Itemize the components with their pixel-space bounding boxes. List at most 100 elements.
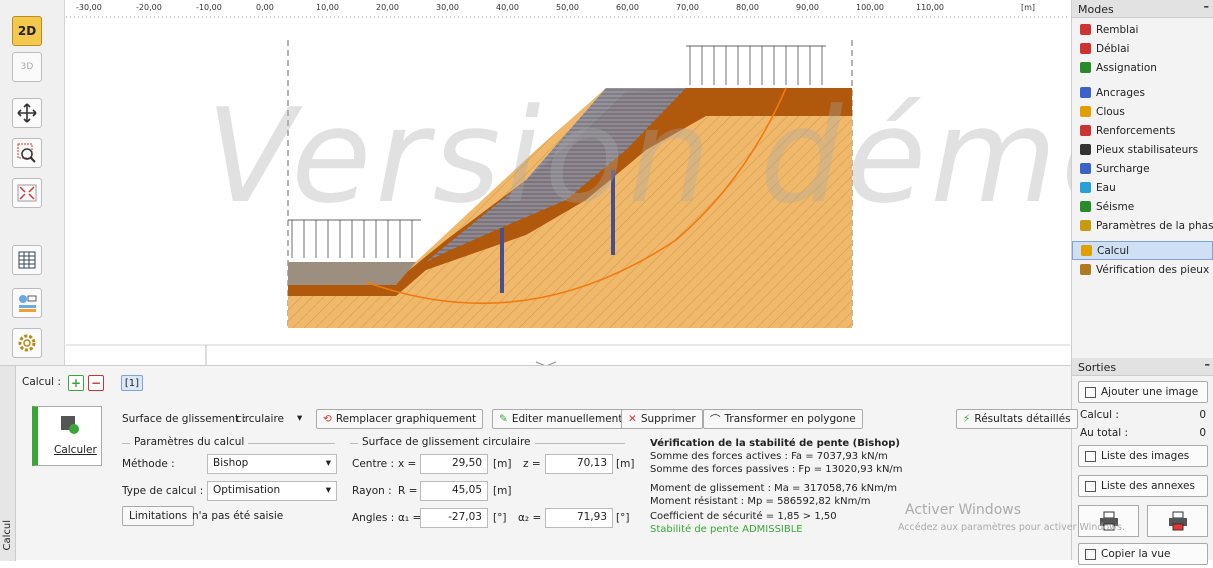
mode-label: Paramètres de la phase [1096, 219, 1213, 232]
chevron-down-icon[interactable]: ▾ [297, 412, 302, 424]
ruler-tick-label: 60,00 [616, 3, 639, 12]
modes-header: Modes – [1072, 0, 1213, 18]
print-preview-button[interactable] [1147, 505, 1208, 537]
ruler-tick-label: 50,00 [556, 3, 579, 12]
modes-minimize-button[interactable]: – [1204, 0, 1210, 13]
add-image-button[interactable]: Ajouter une image [1078, 381, 1208, 403]
ruler-tick-label: -10,00 [196, 3, 222, 12]
mode-item-12[interactable]: Vérification des pieux [1072, 260, 1213, 279]
mode-item-6[interactable]: Pieux stabilisateurs [1072, 140, 1213, 159]
mode-icon [1080, 264, 1091, 275]
image-add-icon [1085, 386, 1096, 398]
mode-icon [1080, 220, 1091, 231]
side-tab-calcul[interactable]: Calcul [0, 366, 16, 561]
copy-view-button[interactable]: Copier la vue [1078, 543, 1208, 565]
activation-title: Activer Windows [905, 502, 1022, 518]
method-label: Méthode : [122, 458, 175, 470]
ruler-tick-label: 0,00 [256, 3, 274, 12]
sorties-minimize-button[interactable]: – [1205, 358, 1211, 371]
delete-button[interactable]: ✕ Supprimer [621, 409, 703, 429]
mode-label: Vérification des pieux [1096, 263, 1210, 276]
right-panel: Modes – Remblai Déblai Assignation Ancrages C… [1071, 0, 1213, 565]
ruler-tick-label: 90,00 [796, 3, 819, 12]
add-stage-button[interactable]: + [68, 375, 84, 391]
ruler-tick-label: 110,00 [916, 3, 944, 12]
alpha1-input[interactable]: -27,03 [420, 508, 488, 528]
x-label: x = [398, 458, 417, 470]
radius-input[interactable]: 45,05 [420, 481, 488, 501]
run-calculation-button[interactable]: Calculer [32, 406, 102, 466]
view-3d-button[interactable]: 3D [12, 52, 42, 82]
alpha1-label: α₁ = [398, 512, 422, 524]
mode-item-0[interactable]: Remblai [1072, 20, 1213, 39]
drawing-canvas[interactable]: -30,00 -20,00 -10,00 0,00 10,00 20,00 30,00 40,… [66, 0, 1141, 365]
replace-graphic-button[interactable]: ⟲ Remplacer graphiquement [316, 409, 484, 429]
method-select[interactable]: Bishop ▾ [207, 454, 337, 474]
mode-item-2[interactable]: Assignation [1072, 58, 1213, 77]
ruler-tick-label: 40,00 [496, 3, 519, 12]
mode-item-4[interactable]: Clous [1072, 102, 1213, 121]
table-icon[interactable] [12, 245, 42, 275]
mode-item-10[interactable]: Paramètres de la phase [1072, 216, 1213, 235]
ruler-tick-label: 80,00 [736, 3, 759, 12]
settings-gear-icon[interactable] [12, 328, 42, 358]
mode-icon [1080, 201, 1091, 212]
alpha2-input[interactable]: 71,93 [545, 508, 613, 528]
to-polygon-button[interactable]: ⌒ Transformer en polygone [703, 409, 863, 429]
ruler-tick-label: 70,00 [676, 3, 699, 12]
detailed-results-button[interactable]: ⚡ Résultats détaillés [956, 409, 1078, 429]
mode-icon [1080, 87, 1091, 98]
view-2d-button[interactable]: 2D [12, 16, 42, 46]
surface-select[interactable]: circulaire [236, 413, 284, 425]
z-input[interactable]: 70,13 [545, 454, 613, 474]
left-toolbar: 2D 3D [0, 0, 65, 365]
mode-item-8[interactable]: Eau [1072, 178, 1213, 197]
copy-icon [1085, 548, 1096, 560]
labels-icon[interactable] [12, 288, 42, 318]
list-images-button[interactable]: Liste des images [1078, 445, 1208, 467]
graphic-replace-icon: ⟲ [323, 413, 332, 425]
list-annexes-button[interactable]: Liste des annexes [1078, 475, 1208, 497]
delete-x-icon: ✕ [628, 413, 637, 425]
mode-item-7[interactable]: Surcharge [1072, 159, 1213, 178]
mode-item-5[interactable]: Renforcements [1072, 121, 1213, 140]
tab-stage-1[interactable]: [1] [121, 375, 143, 391]
unit-deg: [°] [616, 512, 630, 524]
x-input[interactable]: 29,50 [420, 454, 488, 474]
mode-label: Pieux stabilisateurs [1096, 143, 1199, 156]
passive-forces: Somme des forces passives : Fp = 13020,9… [650, 464, 903, 475]
ruler-tick-label: 20,00 [376, 3, 399, 12]
verification-title: Vérification de la stabilité de pente (B… [650, 438, 900, 449]
mode-item-11[interactable]: Calcul [1072, 241, 1213, 260]
type-label: Type de calcul : [122, 485, 204, 497]
mode-icon [1080, 182, 1091, 193]
ruler-tick-label: -20,00 [136, 3, 162, 12]
unit-m: [m] [493, 485, 512, 497]
ruler-tick-label: 10,00 [316, 3, 339, 12]
mode-icon [1080, 163, 1091, 174]
mode-icon [1080, 125, 1091, 136]
edit-manual-button[interactable]: ✎ Editer manuellement [492, 409, 630, 429]
zoom-icon[interactable] [12, 138, 42, 168]
move-icon[interactable] [12, 98, 42, 128]
polygon-icon: ⌒ [710, 413, 721, 426]
resisting-moment: Moment résistant : Mp = 586592,82 kNm/m [650, 496, 871, 507]
chip-play-icon [61, 416, 79, 434]
mode-item-9[interactable]: Séisme [1072, 197, 1213, 216]
table-list-icon [1085, 480, 1096, 492]
circle-title: Surface de glissement circulaire [358, 436, 535, 448]
calculation-panel: Calcul Calcul : + − [1] Calculer Surface… [0, 365, 1125, 561]
mode-label: Clous [1096, 105, 1125, 118]
ruler-tick-label: 30,00 [436, 3, 459, 12]
limitations-button[interactable]: Limitations [122, 506, 195, 526]
images-icon [1085, 450, 1096, 462]
zoom-extents-icon[interactable] [12, 178, 42, 208]
mode-icon [1080, 106, 1091, 117]
chevron-down-icon: ▾ [325, 484, 331, 496]
mode-label: Déblai [1096, 42, 1130, 55]
mode-item-3[interactable]: Ancrages [1072, 83, 1213, 102]
mode-item-1[interactable]: Déblai [1072, 39, 1213, 58]
calc-type-select[interactable]: Optimisation ▾ [207, 481, 337, 501]
remove-stage-button[interactable]: − [88, 375, 104, 391]
z-label: z = [523, 458, 541, 470]
